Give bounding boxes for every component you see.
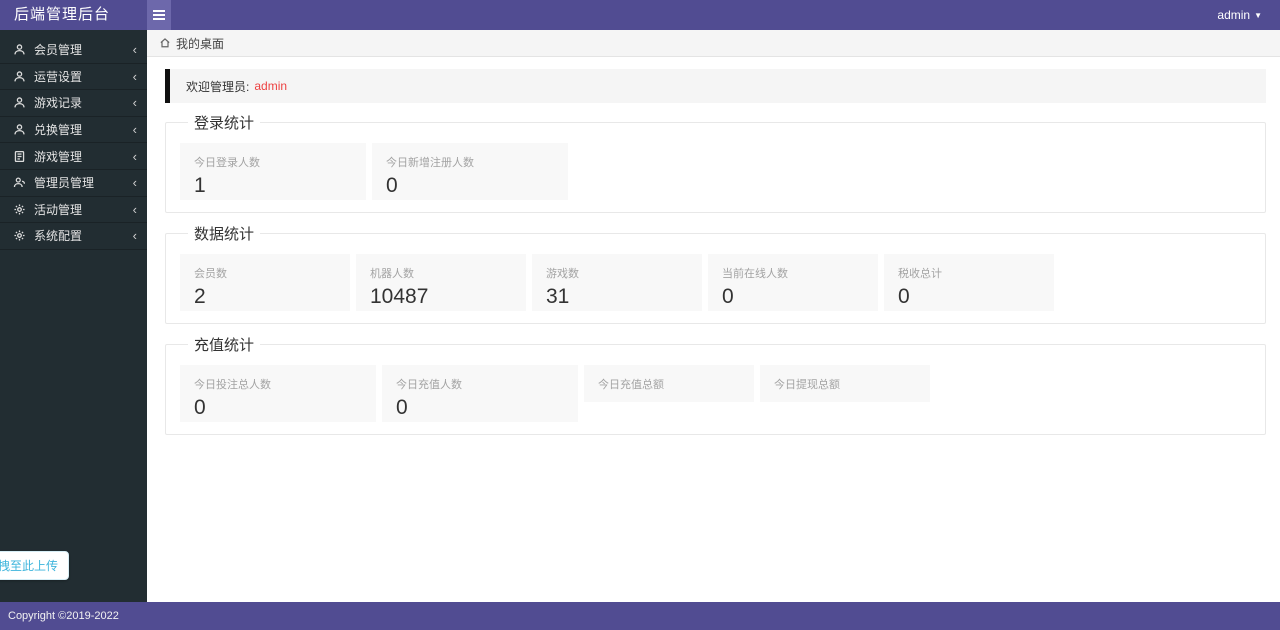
data-stats-panel: 数据统计 会员数 2 机器人数 10487 游戏数 31 当前在线人数 0 税收… xyxy=(165,223,1266,324)
stat-label: 会员数 xyxy=(194,268,227,280)
sidebar-item-system-config[interactable]: 系统配置 ‹ xyxy=(0,223,147,250)
chevron-left-icon: ‹ xyxy=(132,68,137,84)
panel-title: 充值统计 xyxy=(194,337,255,354)
sidebar-item-label: 兑换管理 xyxy=(34,123,83,138)
sidebar: 会员管理 ‹ 运营设置 ‹ 游戏记录 ‹ 兑换管理 ‹ 游戏管理 ‹ 管理员管理… xyxy=(0,30,147,602)
stat-label: 游戏数 xyxy=(546,268,579,280)
chevron-left-icon: ‹ xyxy=(132,228,137,244)
chevron-left-icon: ‹ xyxy=(132,175,137,191)
welcome-banner: 欢迎管理员: admin xyxy=(165,69,1266,103)
user-icon xyxy=(12,96,26,110)
panel-title: 登录统计 xyxy=(194,115,255,132)
stat-value: 0 xyxy=(722,285,734,308)
stat-card-member-count: 会员数 2 xyxy=(180,254,350,311)
chevron-left-icon: ‹ xyxy=(132,148,137,164)
drag-upload-button[interactable]: 拽至此上传 xyxy=(0,551,70,580)
stat-card-robot-count: 机器人数 10487 xyxy=(356,254,526,311)
stat-card-game-count: 游戏数 31 xyxy=(532,254,702,311)
user-icon xyxy=(12,43,26,57)
chevron-left-icon: ‹ xyxy=(132,122,137,138)
stat-label: 当前在线人数 xyxy=(722,268,788,280)
stat-value: 2 xyxy=(194,285,206,308)
dashboard-body: 欢迎管理员: admin 登录统计 今日登录人数 1 今日新增注册人数 0 数据… xyxy=(147,57,1280,435)
stat-value: 1 xyxy=(194,174,206,197)
welcome-text: 欢迎管理员: xyxy=(186,79,250,94)
sidebar-item-label: 活动管理 xyxy=(34,202,83,217)
sidebar-item-game-records[interactable]: 游戏记录 ‹ xyxy=(0,90,147,117)
sidebar-item-label: 游戏管理 xyxy=(34,149,83,164)
stat-value: 31 xyxy=(546,285,570,308)
sidebar-toggle-button[interactable] xyxy=(147,0,171,30)
panel-title: 数据统计 xyxy=(194,226,255,243)
notebook-icon xyxy=(12,149,26,163)
stat-label: 今日充值总额 xyxy=(598,379,664,391)
stat-card-today-new-registrations: 今日新增注册人数 0 xyxy=(372,143,568,200)
stat-label: 今日新增注册人数 xyxy=(386,157,474,169)
sidebar-item-activity-management[interactable]: 活动管理 ‹ xyxy=(0,197,147,224)
footer: Copyright ©2019-2022 xyxy=(0,602,1280,630)
stat-card-today-bettors: 今日投注总人数 0 xyxy=(180,365,376,422)
stat-card-today-recharge-users: 今日充值人数 0 xyxy=(382,365,578,422)
gear-icon xyxy=(12,202,26,216)
top-header: 后端管理后台 admin ▼ xyxy=(0,0,1280,30)
main-content: 我的桌面 欢迎管理员: admin 登录统计 今日登录人数 1 今日新增注册人数… xyxy=(147,30,1280,602)
home-icon xyxy=(160,38,170,48)
chevron-left-icon: ‹ xyxy=(132,42,137,58)
copyright-text: Copyright ©2019-2022 xyxy=(8,610,119,622)
stat-value: 0 xyxy=(898,285,910,308)
stat-label: 今日登录人数 xyxy=(194,157,260,169)
stat-value: 0 xyxy=(386,174,398,197)
chevron-left-icon: ‹ xyxy=(132,201,137,217)
sidebar-item-game-management[interactable]: 游戏管理 ‹ xyxy=(0,143,147,170)
sidebar-item-label: 会员管理 xyxy=(34,43,83,58)
chevron-left-icon: ‹ xyxy=(132,95,137,111)
stat-label: 今日充值人数 xyxy=(396,379,462,391)
user-icon xyxy=(12,69,26,83)
breadcrumb[interactable]: 我的桌面 xyxy=(147,30,1280,57)
stat-label: 今日投注总人数 xyxy=(194,379,271,391)
sidebar-item-label: 运营设置 xyxy=(34,69,83,84)
chevron-down-icon: ▼ xyxy=(1254,11,1262,20)
user-menu[interactable]: admin ▼ xyxy=(1217,0,1262,30)
stat-value: 10487 xyxy=(370,285,429,308)
stat-label: 机器人数 xyxy=(370,268,414,280)
recharge-stats-panel: 充值统计 今日投注总人数 0 今日充值人数 0 今日充值总额 今日提现总额 xyxy=(165,334,1266,435)
stat-card-today-recharge-total: 今日充值总额 xyxy=(584,365,754,402)
admin-user-icon xyxy=(12,176,26,190)
login-stats-panel: 登录统计 今日登录人数 1 今日新增注册人数 0 xyxy=(165,112,1266,213)
app-title: 后端管理后台 xyxy=(14,6,111,23)
sidebar-item-member-management[interactable]: 会员管理 ‹ xyxy=(0,37,147,64)
sidebar-item-label: 系统配置 xyxy=(34,229,83,244)
admin-dashboard: 后端管理后台 admin ▼ 会员管理 ‹ 运营设置 ‹ 游戏记录 ‹ 兑换管理 … xyxy=(0,0,1280,630)
hamburger-icon xyxy=(153,8,165,23)
breadcrumb-label: 我的桌面 xyxy=(176,36,225,51)
gear-icon xyxy=(12,229,26,243)
sidebar-item-operations-settings[interactable]: 运营设置 ‹ xyxy=(0,64,147,91)
stat-card-today-logins: 今日登录人数 1 xyxy=(180,143,366,200)
stat-card-tax-total: 税收总计 0 xyxy=(884,254,1054,311)
sidebar-item-admin-management[interactable]: 管理员管理 ‹ xyxy=(0,170,147,197)
sidebar-item-label: 游戏记录 xyxy=(34,96,83,111)
stat-value: 0 xyxy=(396,396,408,419)
stat-value: 0 xyxy=(194,396,206,419)
welcome-username: admin xyxy=(254,79,288,93)
sidebar-item-exchange-management[interactable]: 兑换管理 ‹ xyxy=(0,117,147,144)
stat-label: 税收总计 xyxy=(898,268,942,280)
user-icon xyxy=(12,123,26,137)
username-label: admin xyxy=(1217,8,1251,22)
sidebar-item-label: 管理员管理 xyxy=(34,176,95,191)
stat-label: 今日提现总额 xyxy=(774,379,840,391)
stat-card-today-withdraw-total: 今日提现总额 xyxy=(760,365,930,402)
stat-card-online-count: 当前在线人数 0 xyxy=(708,254,878,311)
